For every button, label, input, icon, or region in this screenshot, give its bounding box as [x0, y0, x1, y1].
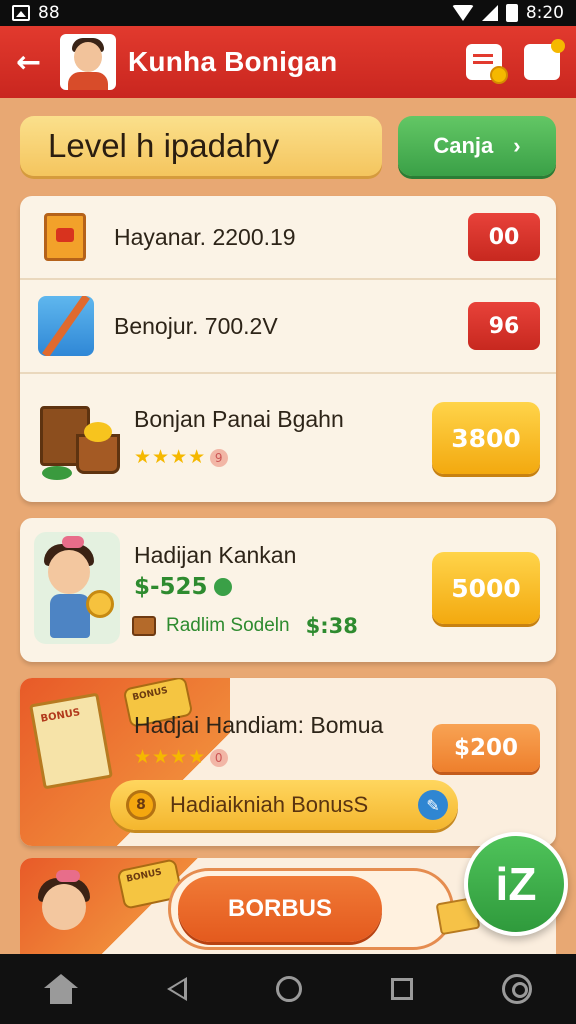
star-rating: ★★★★ 9 [134, 446, 229, 468]
rating-count: 9 [210, 448, 229, 467]
recent-apps-icon[interactable] [390, 978, 413, 1000]
system-nav-bar [0, 954, 576, 1024]
badge-flag-icon [44, 213, 86, 261]
rating-count: 0 [210, 748, 229, 767]
count-badge[interactable]: 00 [468, 213, 540, 261]
price-button[interactable]: 5000 [432, 552, 540, 624]
notification-icon[interactable] [524, 39, 565, 80]
level-banner: Level h ipadahy [20, 116, 382, 176]
signal-icon [481, 5, 498, 21]
treasure-basket-icon [40, 392, 122, 484]
pencil-icon [38, 296, 94, 356]
status-bar: 88 8:20 [0, 0, 576, 26]
level-action-button[interactable]: Canja › [398, 116, 556, 176]
character-price: $-525 [134, 574, 232, 600]
nav-home-circle-icon[interactable] [275, 976, 302, 1002]
wallet-icon[interactable] [466, 44, 508, 84]
bonus-claim-label: Hadiaikniah BonusS [170, 792, 369, 817]
level-label: Level h ipadahy [48, 127, 280, 164]
list-item[interactable]: Hayanar. 2200.19 00 [20, 196, 556, 280]
status-left-text: 88 [38, 3, 60, 23]
back-arrow-icon[interactable]: ← [16, 45, 50, 80]
character-avatar [34, 532, 120, 644]
app-bar: ← Kunha Bonigan [0, 26, 576, 98]
reward-value: $:38 [305, 614, 358, 638]
wifi-icon [451, 5, 474, 21]
home-icon[interactable] [44, 974, 79, 1004]
app-title: Kunha Bonigan [128, 46, 338, 77]
item-label: Hayanar. 2200.19 [114, 223, 296, 250]
reward-label: Radlim Sodeln [166, 615, 290, 636]
bonus-title: Hadjai Handiam: Bomua [134, 712, 384, 738]
star-rating: ★★★★ 0 [134, 746, 229, 768]
bonus-price-button[interactable]: $200 [432, 724, 540, 772]
bonus-card[interactable]: BONUS BONUS Hadjai Handiam: Bomua ★★★★ 0 … [20, 678, 556, 846]
avatar[interactable] [60, 34, 116, 90]
promo-button[interactable]: BORBUS [178, 876, 382, 942]
chevron-right-icon: › [513, 133, 521, 158]
bonus-claim-button[interactable]: 8 Hadiaikniah BonusS ✎ [110, 780, 458, 830]
coin-icon: 8 [126, 790, 156, 820]
price-button[interactable]: 3800 [432, 402, 540, 474]
book-icon: BONUS [29, 692, 113, 790]
count-badge[interactable]: 96 [468, 302, 540, 350]
list-item[interactable]: Benojur. 700.2V 96 [20, 280, 556, 374]
item-label: Bonjan Panai Bgahn [134, 406, 344, 432]
profile-icon[interactable] [501, 974, 532, 1004]
chest-icon [132, 616, 156, 636]
item-list-card: Hayanar. 2200.19 00 Benojur. 700.2V 96 B… [20, 196, 556, 502]
level-button-label: Canja [433, 133, 494, 158]
character-card[interactable]: Hadijan Kankan $-525 Radlim Sodeln $:38 … [20, 518, 556, 662]
status-time: 8:20 [525, 3, 564, 23]
floating-action-button[interactable]: iZ [464, 832, 568, 936]
wrench-icon: ✎ [418, 790, 448, 820]
nav-back-icon[interactable] [167, 977, 188, 1001]
reward-line: Radlim Sodeln $:38 [132, 614, 358, 638]
list-item[interactable]: Bonjan Panai Bgahn ★★★★ 9 3800 [20, 374, 556, 502]
coin-icon [213, 578, 232, 596]
item-label: Benojur. 700.2V [114, 312, 278, 339]
battery-icon [505, 4, 518, 22]
image-notification-icon [12, 5, 30, 21]
character-avatar [34, 870, 104, 954]
character-name: Hadijan Kankan [134, 542, 297, 568]
